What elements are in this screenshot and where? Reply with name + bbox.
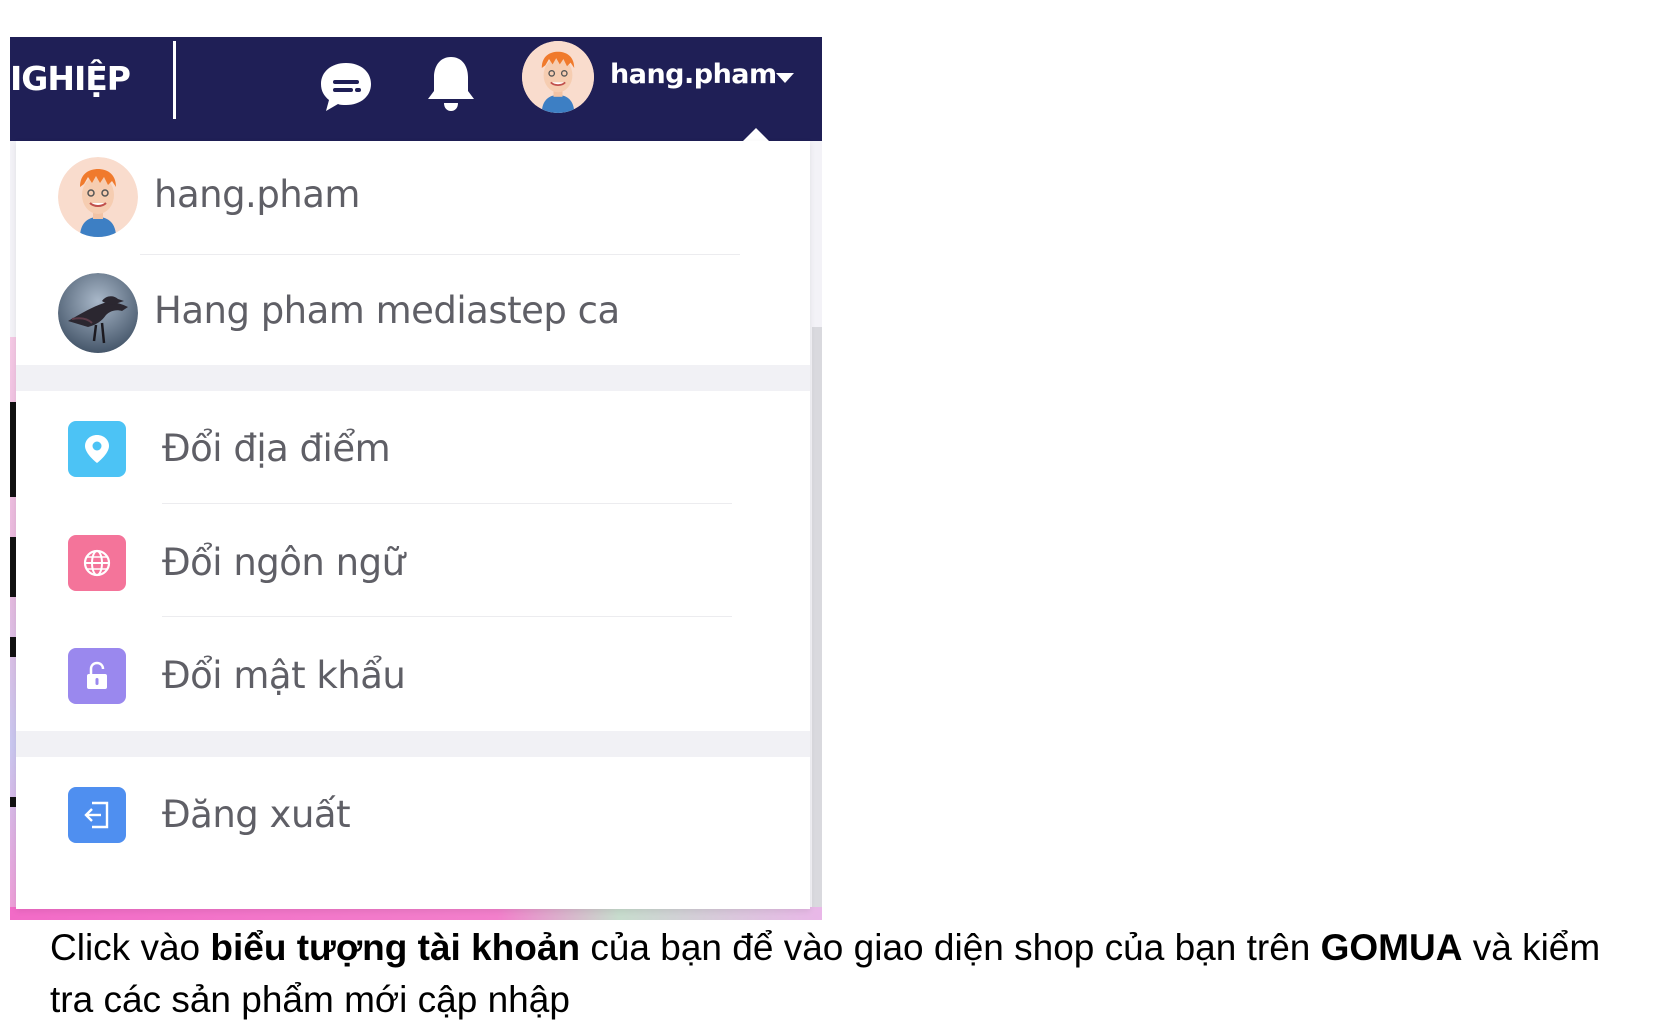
menu-label: Đổi địa điểm — [162, 427, 391, 470]
dropdown-pointer — [743, 128, 769, 141]
nav-menu-item[interactable]: IGHIỆP — [10, 59, 131, 98]
screenshot-frame: IGHIỆP hang.pham hang.pham Hang pham med… — [10, 37, 822, 920]
menu-label: Đổi mật khẩu — [162, 654, 406, 697]
lock-icon — [68, 648, 126, 704]
cartoon-boy-avatar — [58, 157, 138, 237]
caption-bold-brand: GOMUA — [1320, 927, 1463, 968]
menu-item-change-language[interactable]: Đổi ngôn ngữ — [16, 505, 810, 623]
account-item-primary[interactable]: hang.pham — [16, 141, 810, 261]
page-background-right — [812, 327, 822, 907]
instruction-caption: Click vào biểu tượng tài khoản của bạn đ… — [50, 922, 1640, 1026]
menu-label: Đăng xuất — [162, 793, 351, 836]
menu-label: Đổi ngôn ngữ — [162, 541, 405, 584]
account-avatar-button[interactable] — [522, 41, 594, 113]
caption-text: Click vào — [50, 927, 211, 968]
menu-item-change-password[interactable]: Đổi mật khẩu — [16, 618, 810, 736]
account-name: Hang pham mediastep ca — [154, 289, 620, 332]
globe-icon — [68, 535, 126, 591]
top-navigation-bar: IGHIỆP hang.pham — [10, 37, 822, 141]
menu-item-logout[interactable]: Đăng xuất — [16, 757, 810, 875]
bird-photo-avatar — [58, 273, 138, 353]
header-username[interactable]: hang.pham — [610, 59, 777, 90]
menu-item-change-location[interactable]: Đổi địa điểm — [16, 391, 810, 509]
section-separator — [16, 731, 810, 757]
account-name: hang.pham — [154, 173, 360, 216]
caption-text: của bạn để vào giao diện shop của bạn tr… — [580, 927, 1321, 968]
row-divider — [162, 616, 732, 617]
caret-down-icon[interactable] — [776, 73, 794, 83]
caption-bold-account-icon: biểu tượng tài khoản — [210, 927, 581, 968]
row-divider — [140, 254, 740, 255]
section-separator — [16, 365, 810, 391]
chat-bubble-icon[interactable] — [318, 59, 374, 115]
account-dropdown-menu: hang.pham Hang pham mediastep ca Đổi địa… — [16, 141, 810, 909]
bell-icon[interactable] — [425, 53, 477, 113]
nav-divider — [173, 41, 176, 119]
logout-icon — [68, 787, 126, 843]
row-divider — [162, 503, 732, 504]
location-pin-icon — [68, 421, 126, 477]
